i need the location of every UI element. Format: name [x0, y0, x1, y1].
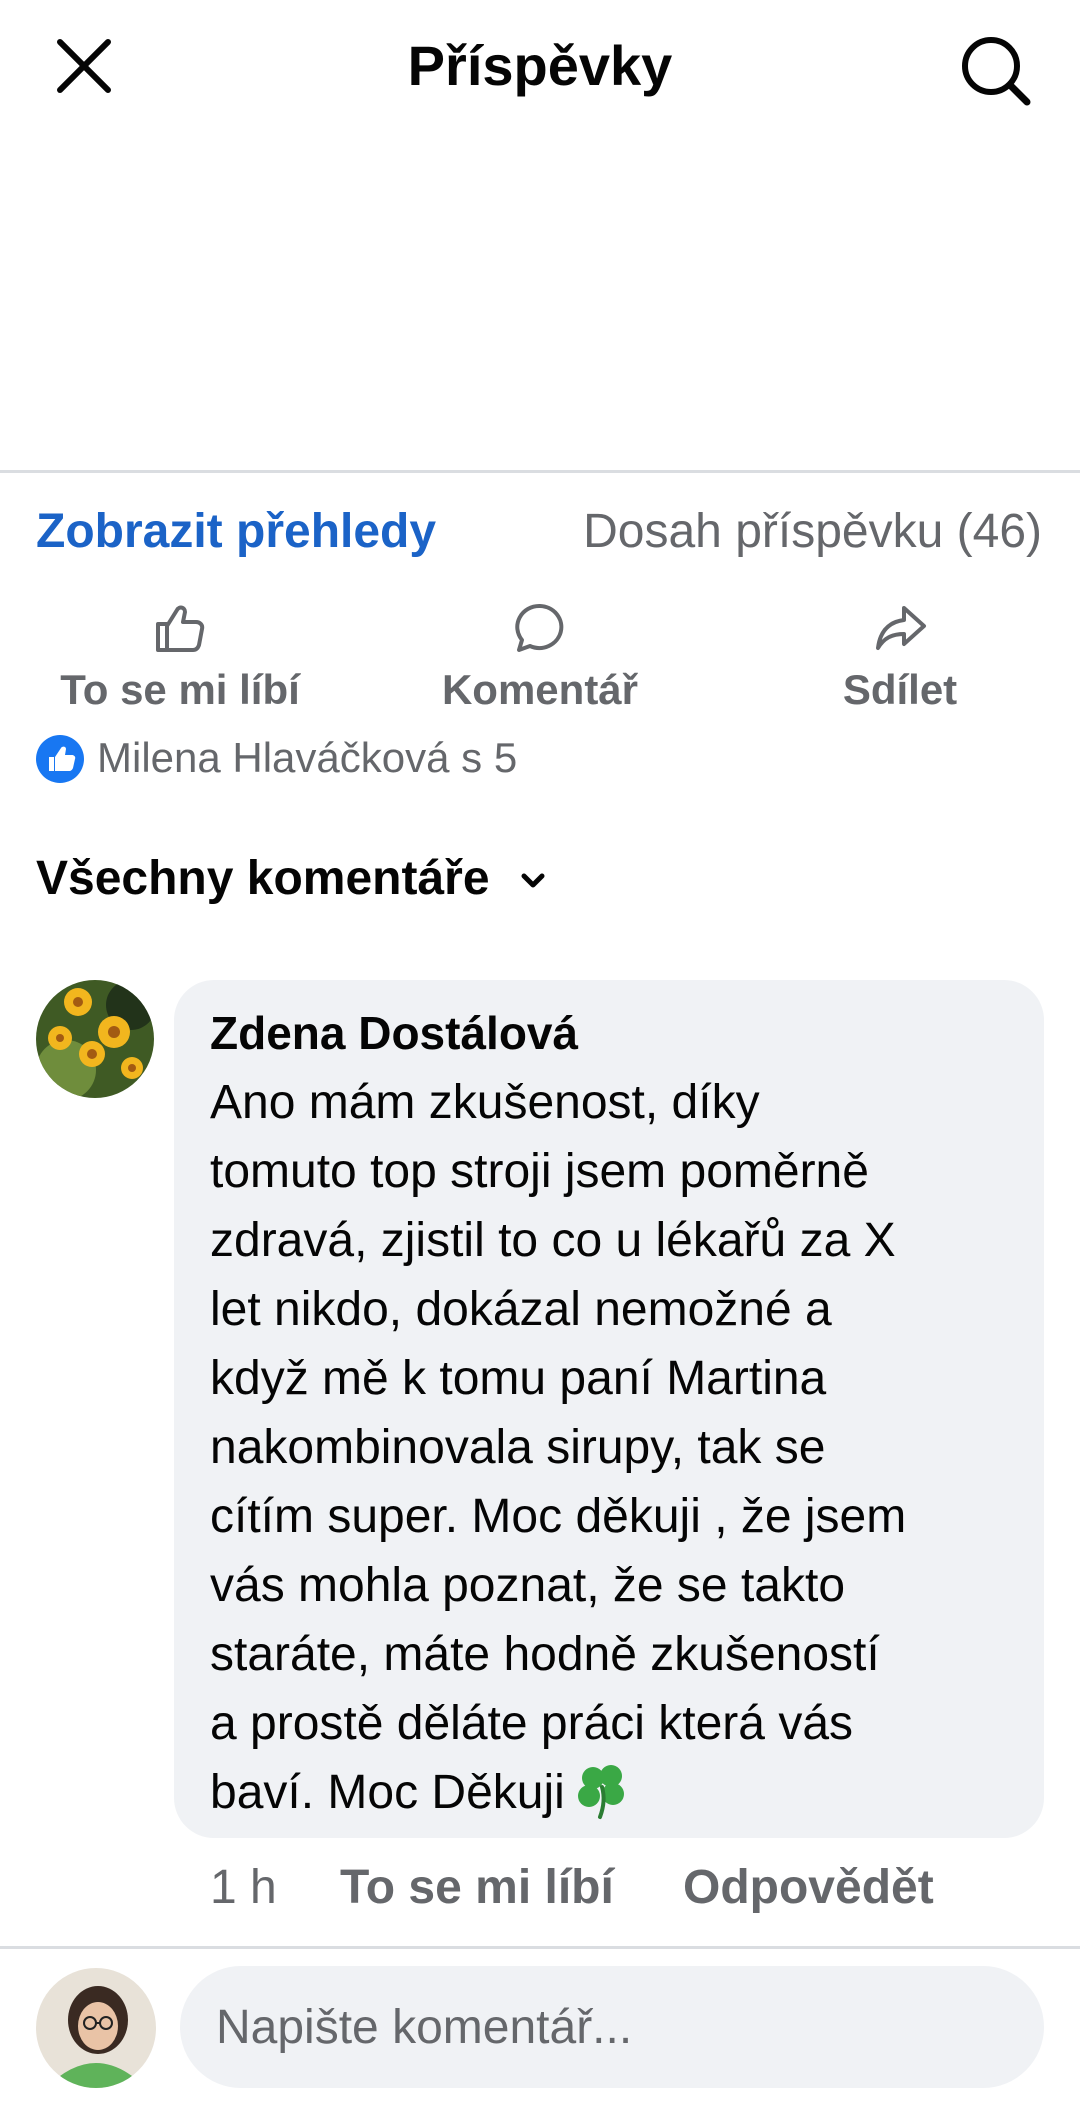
commenter-avatar[interactable] [36, 980, 154, 1098]
comment-text-line: a prostě děláte práci která vás [210, 1697, 854, 1750]
comment-text-line: Ano mám zkušenost, díky [210, 1076, 760, 1129]
comment-author[interactable]: Zdena Dostálová [210, 1000, 1008, 1066]
comment-like-button[interactable]: To se mi líbí [340, 1858, 614, 1918]
insights-link[interactable]: Zobrazit přehledy [36, 502, 436, 562]
comment-reply-button[interactable]: Odpovědět [683, 1858, 934, 1918]
comment-action-label: Komentář [441, 666, 639, 713]
comment-input[interactable] [180, 1966, 1044, 2088]
divider [0, 470, 1080, 473]
comment-action-button[interactable]: Komentář [380, 598, 700, 716]
divider [0, 1946, 1080, 1949]
comment-text-line: vás mohla poznat, že se takto [210, 1559, 846, 1612]
comments-filter-label: Všechny komentáře [36, 852, 490, 905]
comment-input-wrapper [180, 1966, 1044, 2088]
share-action-button[interactable]: Sdílet [740, 598, 1060, 716]
chevron-down-icon [521, 873, 545, 888]
like-reaction-icon [36, 735, 84, 783]
comment-text-line: když mě k tomu paní Martina [210, 1352, 827, 1405]
comment-text: Ano mám zkušenost, díky tomuto top stroj… [210, 1068, 1008, 1827]
like-action-button[interactable]: To se mi líbí [20, 598, 340, 716]
post-reach: Dosah příspěvku (46) [583, 505, 1042, 558]
comment-text-line: nakombinovala sirupy, tak se [210, 1421, 826, 1474]
user-avatar [36, 1968, 156, 2088]
search-icon [962, 37, 1031, 106]
comment-text-line: zdravá, zjistil to co u lékařů za X [210, 1214, 896, 1267]
comment-timestamp: 1 h [210, 1861, 277, 1914]
comments-filter-dropdown[interactable]: Všechny komentáře [36, 848, 547, 910]
page-title: Příspěvky [407, 34, 673, 97]
like-action-label: To se mi líbí [60, 666, 300, 713]
share-action-label: Sdílet [842, 666, 958, 713]
comment-text-line: tomuto top stroji jsem poměrně [210, 1145, 869, 1198]
comment-text-line: cítím super. Moc děkuji , že jsem [210, 1490, 907, 1543]
comment-bubble: Zdena Dostálová Ano mám zkušenost, díky … [174, 980, 1044, 1838]
comment-text-line-last: baví. Moc Děkuji [210, 1758, 1008, 1827]
comment-text-line: baví. Moc Děkuji [210, 1766, 565, 1819]
comment-text-line: let nikdo, dokázal nemožné a [210, 1283, 832, 1336]
comment-icon [515, 603, 564, 652]
reaction-summary[interactable]: Milena Hlaváčková s 5 [97, 730, 517, 786]
share-icon [876, 606, 926, 650]
search-button[interactable] [955, 30, 1035, 110]
thumbs-up-icon [156, 605, 205, 652]
comment-text-line: staráte, máte hodně zkušeností [210, 1628, 880, 1681]
four-leaf-clover-icon [577, 1765, 624, 1819]
